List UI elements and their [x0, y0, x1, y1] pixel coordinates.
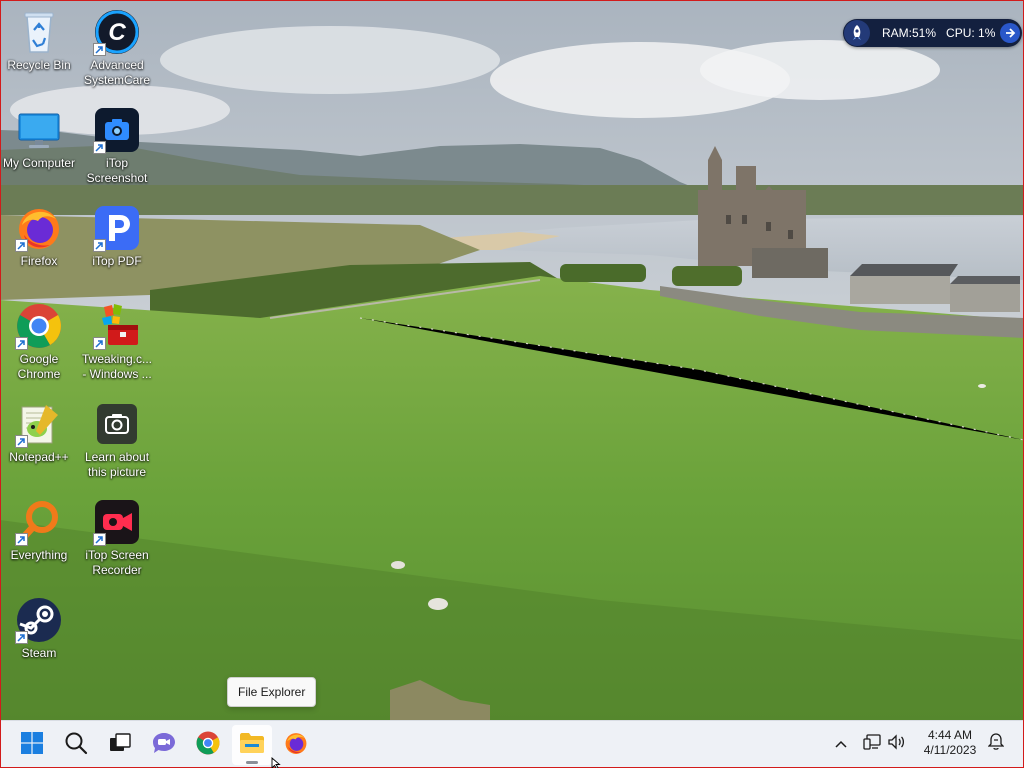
- desktop-icon-label: Steam: [21, 646, 57, 660]
- firefox-icon: [284, 731, 308, 760]
- notepad-plus-plus-icon: [15, 400, 63, 448]
- advanced-systemcare-icon: C: [93, 8, 141, 56]
- steam-icon: [15, 596, 63, 644]
- svg-text:C: C: [108, 19, 126, 46]
- desktop-icon-label: Everything: [10, 548, 68, 562]
- taskbar: [0, 720, 1024, 768]
- chrome-taskbar-button[interactable]: [188, 725, 228, 765]
- speaker-icon: [887, 733, 907, 755]
- clock-date: 4/11/2023: [923, 743, 977, 757]
- notification-bell-icon: [987, 732, 1005, 756]
- camera-icon: [93, 400, 141, 448]
- desktop-icon-firefox[interactable]: Firefox: [0, 200, 78, 292]
- shortcut-arrow-icon: [93, 239, 106, 252]
- file-explorer-button[interactable]: [232, 725, 272, 765]
- itop-screenshot-icon: [93, 106, 141, 154]
- show-hidden-icons-button[interactable]: [830, 733, 852, 755]
- desktop-icon-tweaking[interactable]: Tweaking.c... - Windows ...: [78, 298, 156, 390]
- desktop-icon-label: My Computer: [2, 156, 76, 170]
- desktop-icon-label: iTop Screen Recorder: [85, 548, 149, 577]
- desktop-icon-itop-screenshot[interactable]: iTop Screenshot: [78, 102, 156, 194]
- desktop-icon-label: Google Chrome: [17, 352, 61, 381]
- desktop-icon-label: Recycle Bin: [7, 58, 71, 72]
- search-icon: [64, 731, 88, 760]
- shortcut-arrow-icon: [15, 533, 28, 546]
- active-indicator: [246, 761, 258, 764]
- desktop-icon-learn-about-picture[interactable]: Learn about this picture: [78, 396, 156, 488]
- windows-logo-icon: [21, 731, 43, 759]
- monitor-icon: [15, 106, 63, 154]
- search-button[interactable]: [56, 725, 96, 765]
- desktop-icon-advanced-systemcare[interactable]: C Advanced SystemCare: [78, 4, 156, 96]
- desktop-icon-label: Learn about this picture: [84, 450, 150, 479]
- cpu-usage: CPU: 1%: [946, 26, 996, 40]
- network-icon: [863, 733, 881, 755]
- shortcut-arrow-icon: [15, 631, 28, 644]
- desktop-icon-steam[interactable]: Steam: [0, 592, 78, 684]
- taskbar-clock[interactable]: 4:44 AM 4/11/2023: [914, 728, 986, 758]
- desktop-icon-recycle-bin[interactable]: Recycle Bin: [0, 4, 78, 96]
- desktop-icon-itop-pdf[interactable]: iTop PDF: [78, 200, 156, 292]
- arrow-right-icon[interactable]: [1000, 23, 1020, 43]
- mouse-cursor-icon: [271, 756, 281, 768]
- desktop-icon-google-chrome[interactable]: Google Chrome: [0, 298, 78, 390]
- desktop-icon-label: Advanced SystemCare: [83, 58, 151, 87]
- network-button[interactable]: [861, 733, 883, 755]
- firefox-taskbar-button[interactable]: [276, 725, 316, 765]
- shortcut-arrow-icon: [15, 337, 28, 350]
- desktop-icon-everything[interactable]: Everything: [0, 494, 78, 586]
- notifications-button[interactable]: [985, 732, 1007, 756]
- itop-screen-recorder-icon: [93, 498, 141, 546]
- desktop-icon-label: Notepad++: [9, 450, 69, 464]
- shortcut-arrow-icon: [93, 43, 106, 56]
- chrome-icon: [196, 731, 220, 760]
- task-view-button[interactable]: [100, 725, 140, 765]
- shortcut-arrow-icon: [93, 533, 106, 546]
- desktop-icon-label: iTop Screenshot: [86, 156, 148, 185]
- desktop-icon-notepad-plus-plus[interactable]: Notepad++: [0, 396, 78, 488]
- task-view-icon: [109, 732, 131, 758]
- shortcut-arrow-icon: [93, 337, 106, 350]
- teams-chat-button[interactable]: [144, 725, 184, 765]
- start-button[interactable]: [12, 725, 52, 765]
- clock-time: 4:44 AM: [927, 728, 973, 742]
- chrome-icon: [15, 302, 63, 350]
- desktop-icon-label: Tweaking.c... - Windows ...: [81, 352, 153, 381]
- shortcut-arrow-icon: [93, 141, 106, 154]
- system-monitor-widget[interactable]: RAM:51% CPU: 1%: [843, 19, 1022, 47]
- recycle-bin-icon: [15, 8, 63, 56]
- shortcut-arrow-icon: [15, 435, 28, 448]
- tweaking-toolbox-icon: [93, 302, 141, 350]
- rocket-icon[interactable]: [844, 20, 870, 46]
- everything-search-icon: [15, 498, 63, 546]
- desktop-icon-my-computer[interactable]: My Computer: [0, 102, 78, 194]
- chat-camera-icon: [152, 732, 176, 759]
- desktop-icon-itop-screen-recorder[interactable]: iTop Screen Recorder: [78, 494, 156, 586]
- shortcut-arrow-icon: [15, 239, 28, 252]
- taskbar-tooltip: File Explorer: [227, 677, 317, 707]
- folder-icon: [239, 732, 265, 759]
- volume-button[interactable]: [886, 733, 908, 755]
- itop-pdf-icon: [93, 204, 141, 252]
- firefox-icon: [15, 204, 63, 252]
- desktop-icon-label: iTop PDF: [92, 254, 142, 268]
- desktop-icon-label: Firefox: [20, 254, 58, 268]
- chevron-up-icon: [835, 735, 847, 753]
- ram-usage: RAM:51%: [882, 26, 937, 40]
